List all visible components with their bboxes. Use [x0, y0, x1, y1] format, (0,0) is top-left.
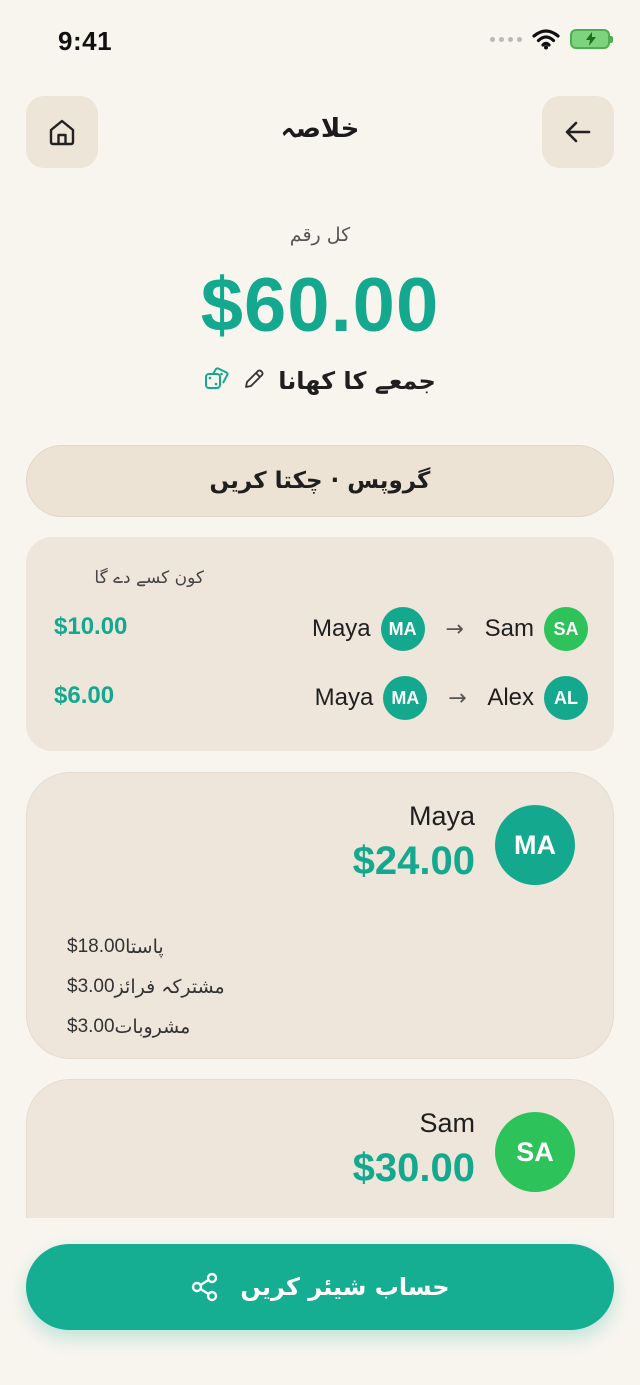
- person-name: Sam: [419, 1108, 475, 1138]
- header: خلاصہ: [0, 96, 640, 170]
- share-bill-button[interactable]: حساب شیئر کریں: [26, 1244, 614, 1330]
- settle-groups-button[interactable]: گروپس · چکتا کریں: [26, 445, 614, 517]
- share-label: حساب شیئر کریں: [240, 1273, 450, 1301]
- event-name: جمعے کا کھانا: [278, 367, 436, 395]
- back-button[interactable]: [542, 96, 614, 168]
- from-name: Maya: [314, 684, 374, 711]
- who-pays-title: کون کسے دے گا: [94, 568, 204, 588]
- person-card-maya[interactable]: MA Maya $24.00 $18.00 پاستا $3.00 مشترکہ…: [26, 772, 614, 1059]
- avatar: SA: [544, 607, 588, 651]
- event-row: جمعے کا کھانا: [0, 366, 640, 396]
- wifi-icon: [532, 29, 560, 50]
- status-time: 9:41: [58, 26, 113, 56]
- transfer-row: $10.00 Maya MA → Sam SA: [26, 605, 614, 653]
- edit-icon[interactable]: [242, 367, 266, 395]
- status-icons: [490, 28, 613, 50]
- item-name: مشترکہ فرائز: [114, 976, 225, 998]
- total-amount: $60.00: [200, 263, 440, 348]
- battery-icon: [570, 29, 613, 49]
- list-item: $18.00 پاستا: [67, 927, 225, 967]
- list-item: $3.00 مشروبات: [67, 1007, 225, 1047]
- item-name: مشروبات: [114, 1016, 191, 1038]
- arrow-right-icon: →: [445, 616, 464, 642]
- arrow-right-icon: →: [448, 685, 467, 711]
- avatar: MA: [495, 805, 575, 885]
- item-list: $18.00 پاستا $3.00 مشترکہ فرائز $3.00 مش…: [67, 927, 225, 1047]
- signal-icon: [490, 36, 522, 42]
- avatar: MA: [383, 676, 428, 720]
- avatar: AL: [544, 676, 588, 720]
- transfer-amount: $6.00: [54, 682, 115, 709]
- from-name: Maya: [311, 615, 371, 642]
- status-bar: 9:41: [0, 0, 640, 80]
- who-pays-card: کون کسے دے گا $10.00 Maya MA → Sam SA $6…: [26, 537, 614, 751]
- item-name: پاستا: [125, 936, 164, 958]
- transfer-amount: $10.00: [54, 613, 128, 640]
- dice-icon[interactable]: [204, 366, 230, 396]
- item-price: $3.00: [67, 1016, 115, 1037]
- item-price: $18.00: [67, 936, 126, 957]
- transfer-flow: Maya MA → Alex AL: [315, 674, 588, 722]
- person-total: $24.00: [352, 839, 475, 883]
- share-icon: [192, 1272, 218, 1302]
- person-total: $30.00: [352, 1146, 475, 1190]
- transfer-flow: Maya MA → Sam SA: [312, 605, 588, 653]
- to-name: Sam: [484, 615, 534, 642]
- to-name: Alex: [487, 684, 534, 711]
- avatar: MA: [380, 607, 425, 651]
- item-price: $3.00: [67, 976, 115, 997]
- arrow-left-icon: [565, 121, 591, 143]
- avatar: SA: [495, 1112, 575, 1192]
- list-item: $3.00 مشترکہ فرائز: [67, 967, 225, 1007]
- transfer-row: $6.00 Maya MA → Alex AL: [26, 674, 614, 722]
- total-label: کل رقم: [289, 224, 351, 246]
- person-name: Maya: [408, 801, 475, 831]
